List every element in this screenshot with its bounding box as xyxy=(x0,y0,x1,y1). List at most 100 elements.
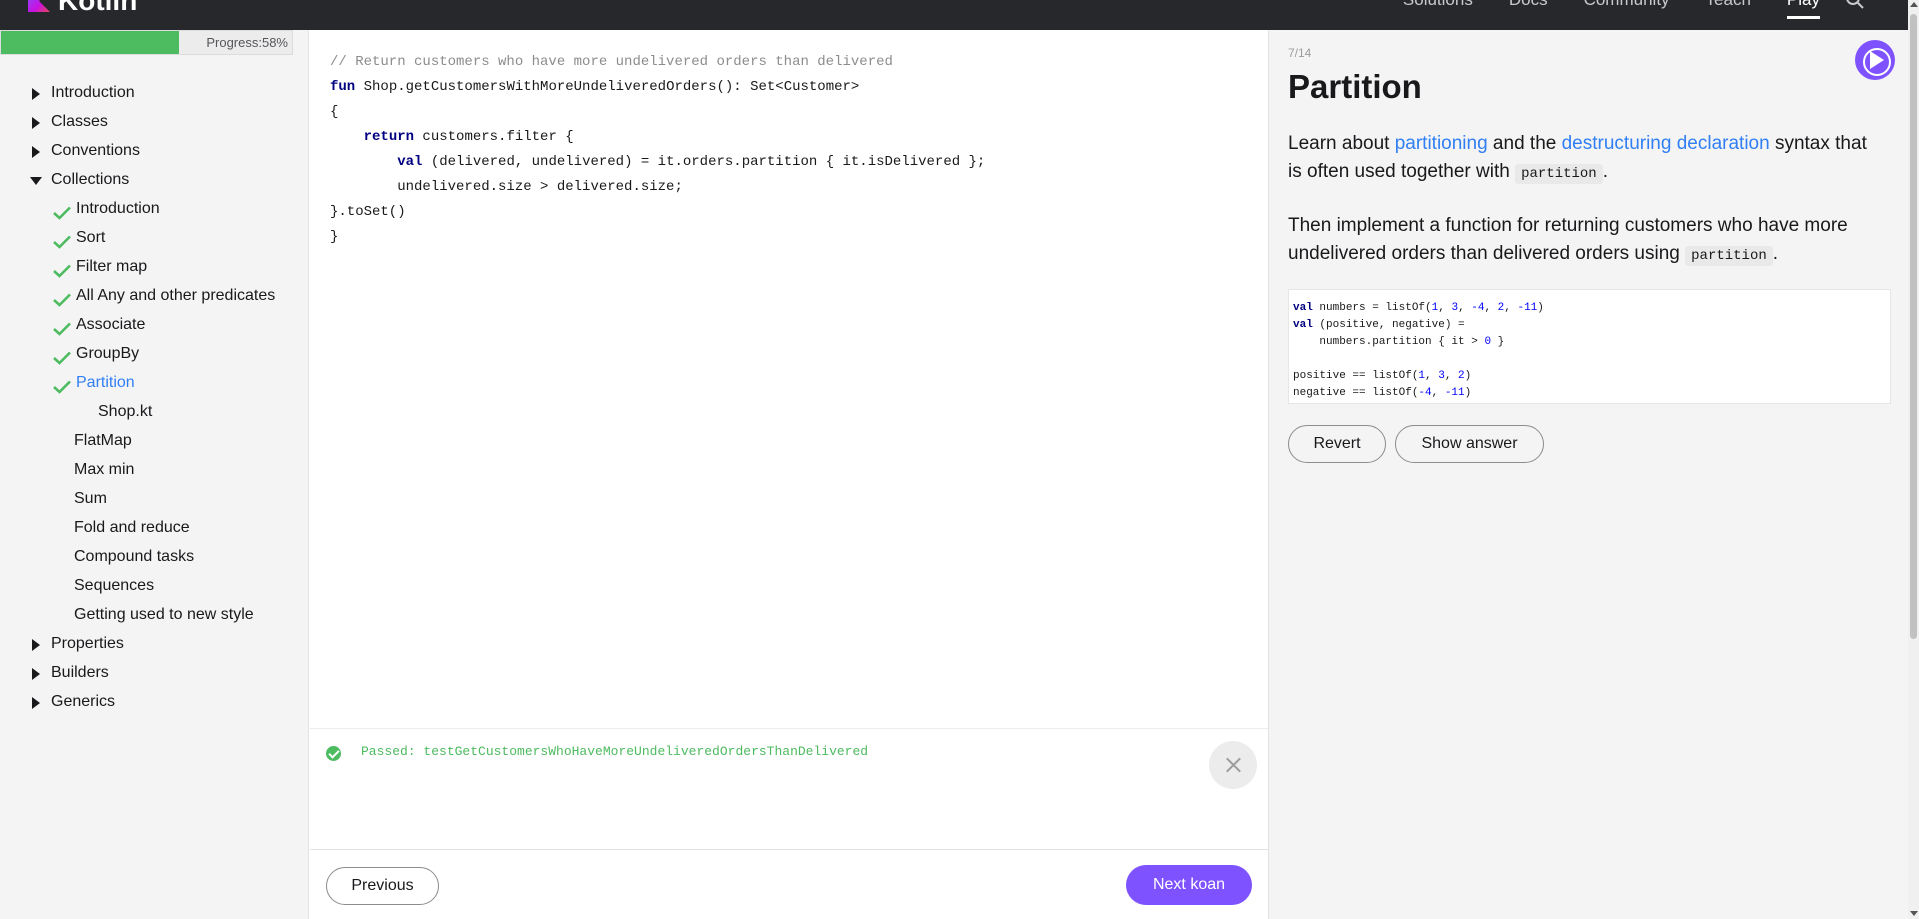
checkmark-icon xyxy=(53,346,71,365)
previous-button[interactable]: Previous xyxy=(326,867,439,905)
task-description-panel: 7/14 Partition Learn about partitioning … xyxy=(1268,30,1908,919)
sidebar-item-label: GroupBy xyxy=(76,345,140,362)
logo-text: Kotlin xyxy=(58,0,138,16)
sidebar-item-label: FlatMap xyxy=(74,432,132,449)
sidebar-item-label: Introduction xyxy=(51,84,135,101)
nav-items: Solutions Docs Community Teach Play xyxy=(1385,0,1838,19)
scroll-up-arrow-icon[interactable] xyxy=(1910,2,1918,7)
sidebar-item-max-min[interactable]: Max min xyxy=(0,455,309,484)
code-editor[interactable]: // Return customers who have more undeli… xyxy=(310,30,1268,730)
nav-item-play[interactable]: Play xyxy=(1769,0,1838,19)
progress-bar: Progress:58% xyxy=(0,30,293,55)
description-paragraph-1: Learn about partitioning and the destruc… xyxy=(1288,130,1868,188)
sidebar-item-label: Collections xyxy=(51,171,130,188)
sidebar-item-associate[interactable]: Associate xyxy=(0,310,309,339)
sidebar-item-partition[interactable]: Partition xyxy=(0,368,309,397)
sidebar-item-label: Generics xyxy=(51,693,116,710)
sidebar-item-label: Max min xyxy=(74,461,135,478)
sidebar-item-label: Builders xyxy=(51,664,109,681)
nav-item-solutions[interactable]: Solutions xyxy=(1385,0,1491,10)
caret-right-icon xyxy=(32,668,40,680)
show-answer-button[interactable]: Show answer xyxy=(1395,425,1544,463)
sidebar-item-introduction[interactable]: Introduction xyxy=(0,194,309,223)
kotlin-logo-icon xyxy=(28,0,50,12)
code-content[interactable]: // Return customers who have more undeli… xyxy=(330,50,985,250)
sidebar-item-label: Introduction xyxy=(76,200,160,217)
sidebar-item-getting-used-to-new-style[interactable]: Getting used to new style xyxy=(0,600,309,629)
checkmark-icon xyxy=(53,230,71,249)
sidebar-item-sequences[interactable]: Sequences xyxy=(0,571,309,600)
sidebar-item-filter-map[interactable]: Filter map xyxy=(0,252,309,281)
description-paragraph-2: Then implement a function for returning … xyxy=(1288,212,1868,270)
sidebar-item-label: Sort xyxy=(76,229,106,246)
close-console-button[interactable] xyxy=(1209,741,1257,789)
progress-label: Progress:58% xyxy=(206,35,288,50)
code-line-2: fun Shop.getCustomersWithMoreUndelivered… xyxy=(330,79,860,95)
check-circle-icon xyxy=(326,746,341,761)
nav-item-community[interactable]: Community xyxy=(1566,0,1688,10)
sidebar-section-builders[interactable]: Builders xyxy=(0,658,309,687)
sidebar-item-label: Getting used to new style xyxy=(74,606,254,623)
caret-down-icon xyxy=(30,177,42,185)
desc-text: Learn about xyxy=(1288,133,1395,154)
sidebar-item-label: Sequences xyxy=(74,577,155,594)
inline-code: partition xyxy=(1685,246,1773,266)
sidebar-item-label: Associate xyxy=(76,316,146,333)
scroll-down-arrow-icon[interactable] xyxy=(1910,911,1918,916)
top-navbar: Kotlin Solutions Docs Community Teach Pl… xyxy=(0,0,1908,30)
caret-right-icon xyxy=(32,117,40,129)
sidebar-section-properties[interactable]: Properties xyxy=(0,629,309,658)
checkmark-icon xyxy=(53,317,71,336)
code-line-8: } xyxy=(330,229,339,245)
inline-code: partition xyxy=(1515,164,1603,184)
sidebar-item-sum[interactable]: Sum xyxy=(0,484,309,513)
nav-item-docs[interactable]: Docs xyxy=(1491,0,1566,10)
sidebar-item-groupby[interactable]: GroupBy xyxy=(0,339,309,368)
sidebar-section-collections[interactable]: Collections xyxy=(0,165,309,194)
koan-navigation: Previous Next koan xyxy=(310,849,1268,919)
run-button[interactable] xyxy=(1855,40,1895,80)
code-line-6: undelivered.size > delivered.size; xyxy=(330,179,683,195)
sidebar-item-sort[interactable]: Sort xyxy=(0,223,309,252)
sidebar-section-introduction[interactable]: Introduction xyxy=(0,78,309,107)
code-line-1: // Return customers who have more undeli… xyxy=(330,54,893,70)
page-scrollbar[interactable] xyxy=(1908,0,1919,919)
sidebar-item-label: All Any and other predicates xyxy=(76,287,276,304)
sidebar-item-label: Sum xyxy=(74,490,107,507)
sidebar-item-label: Properties xyxy=(51,635,124,652)
scrollbar-thumb[interactable] xyxy=(1910,14,1917,639)
caret-right-icon xyxy=(32,639,40,651)
sidebar-item-flatmap[interactable]: FlatMap xyxy=(0,426,309,455)
sidebar-item-all-any-and-other-predicates[interactable]: All Any and other predicates xyxy=(0,281,309,310)
checkmark-icon xyxy=(53,288,71,307)
test-result-message: Passed: testGetCustomersWhoHaveMoreUndel… xyxy=(361,744,869,759)
checkmark-icon xyxy=(53,375,71,394)
desc-text: . xyxy=(1602,161,1608,182)
code-line-7: }.toSet() xyxy=(330,204,406,220)
sidebar-item-fold-and-reduce[interactable]: Fold and reduce xyxy=(0,513,309,542)
caret-right-icon xyxy=(32,146,40,158)
sidebar-item-label: Classes xyxy=(51,113,108,130)
checkmark-icon xyxy=(53,259,71,278)
sidebar-item-label: Partition xyxy=(76,374,135,391)
task-counter: 7/14 xyxy=(1288,46,1312,60)
revert-button[interactable]: Revert xyxy=(1288,425,1386,463)
partitioning-link[interactable]: partitioning xyxy=(1395,133,1488,154)
sidebar-item-compound-tasks[interactable]: Compound tasks xyxy=(0,542,309,571)
sidebar-item-label: Filter map xyxy=(76,258,148,275)
search-icon[interactable] xyxy=(1844,0,1866,10)
progress-fill xyxy=(1,31,179,54)
sidebar-item-label: Shop.kt xyxy=(98,403,153,420)
code-sample: val numbers = listOf(1, 3, -4, 2, -11) v… xyxy=(1288,289,1891,404)
desc-text: and the xyxy=(1487,133,1562,154)
sidebar-file-shop-kt[interactable]: Shop.kt xyxy=(0,397,309,426)
caret-right-icon xyxy=(32,88,40,100)
sidebar-section-generics[interactable]: Generics xyxy=(0,687,309,716)
sidebar-item-label: Compound tasks xyxy=(74,548,195,565)
kotlin-logo[interactable]: Kotlin xyxy=(28,0,137,16)
sidebar-section-conventions[interactable]: Conventions xyxy=(0,136,309,165)
sidebar-section-classes[interactable]: Classes xyxy=(0,107,309,136)
nav-item-teach[interactable]: Teach xyxy=(1688,0,1769,10)
destructuring-declaration-link[interactable]: destructuring declaration xyxy=(1562,133,1770,154)
next-koan-button[interactable]: Next koan xyxy=(1126,865,1252,905)
